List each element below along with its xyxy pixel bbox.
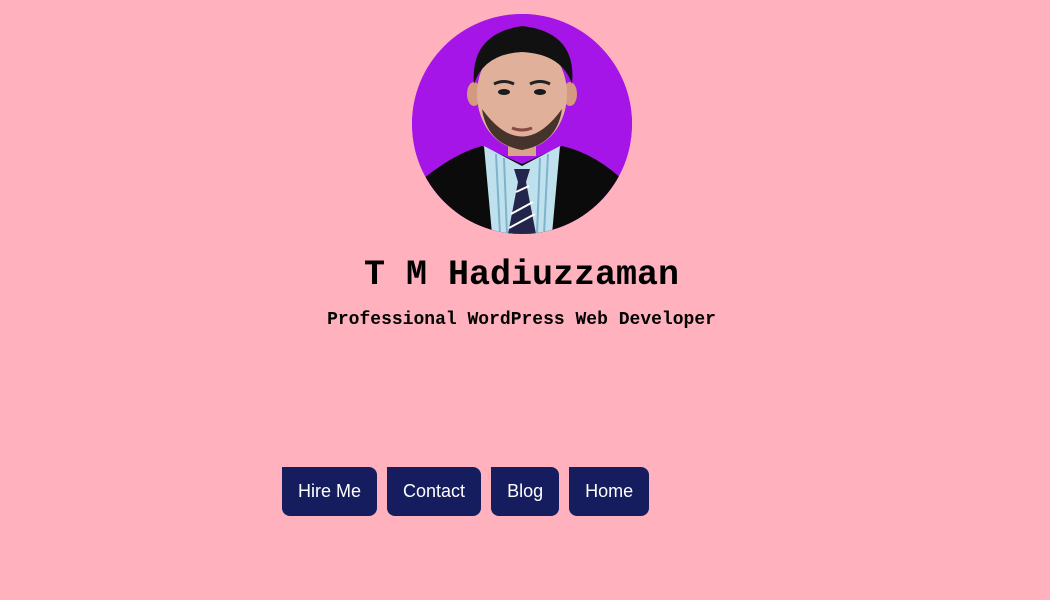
blog-button[interactable]: Blog — [491, 467, 560, 516]
home-button[interactable]: Home — [569, 467, 650, 516]
profile-tagline: Professional WordPress Web Developer — [327, 310, 716, 330]
nav-button-group: Hire Me Contact Blog Home — [282, 467, 650, 516]
profile-name: T M Hadiuzzaman — [363, 255, 680, 295]
hire-me-button[interactable]: Hire Me — [282, 467, 378, 516]
contact-button[interactable]: Contact — [387, 467, 482, 516]
profile-photo — [412, 14, 632, 234]
profile-avatar — [412, 14, 632, 234]
